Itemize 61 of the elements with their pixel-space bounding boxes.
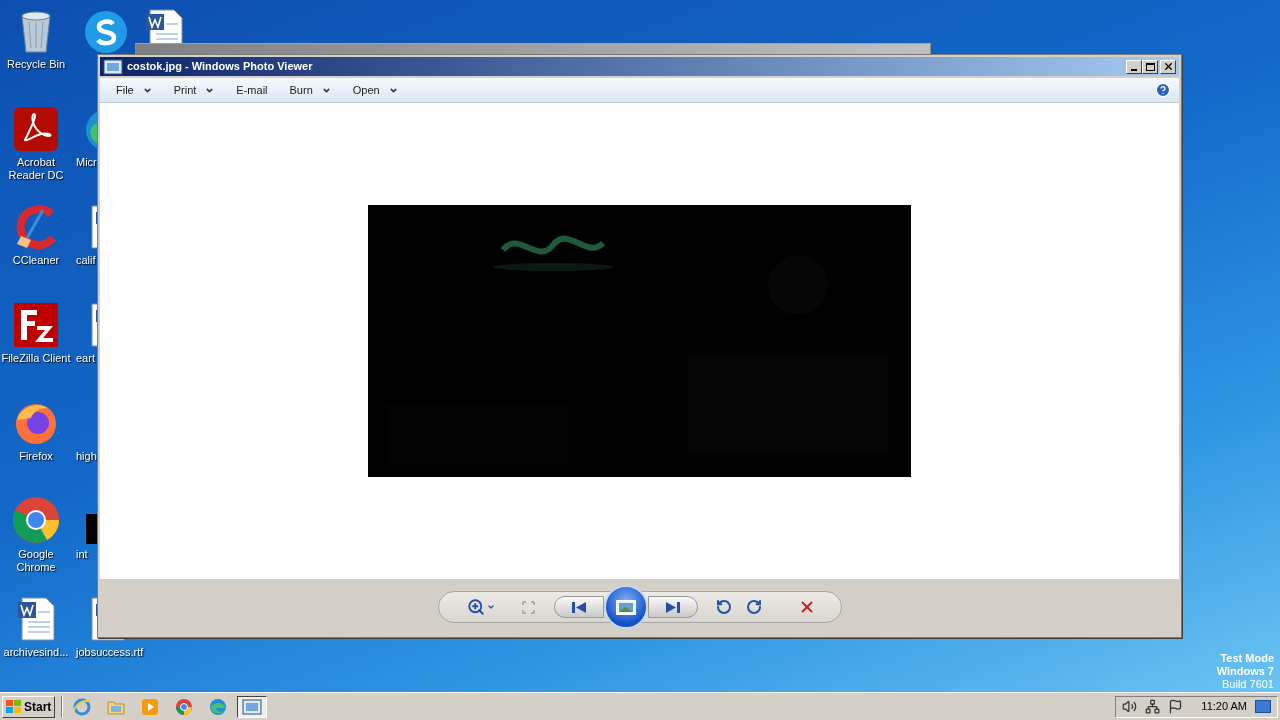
close-button[interactable] [1160, 59, 1176, 74]
word-document-icon [16, 596, 56, 642]
desktop-icon-label[interactable]: eart [76, 352, 95, 365]
photo-viewer-icon [242, 698, 263, 715]
menu-button[interactable]: Burn [289, 81, 331, 99]
acrobat-icon [13, 106, 59, 152]
menu-button[interactable]: E-mail [236, 81, 268, 99]
skype-icon [84, 10, 128, 54]
edge-icon [209, 697, 228, 716]
desktop-icon-label[interactable]: archivesind... [3, 646, 69, 659]
slideshow-button[interactable] [603, 585, 648, 629]
previous-icon [571, 601, 586, 613]
rotate-clockwise-icon [745, 599, 762, 615]
maximize-button[interactable] [1142, 59, 1158, 74]
rotate-counterclockwise-button[interactable] [715, 599, 732, 615]
close-icon [1162, 61, 1174, 72]
previous-button[interactable] [553, 596, 604, 618]
minimize-button[interactable] [1126, 59, 1142, 74]
media-player-icon [141, 697, 160, 716]
desktop-icon-label[interactable]: Firefox [19, 450, 53, 463]
maximize-icon [1145, 62, 1155, 71]
next-icon [665, 601, 680, 613]
menu-button[interactable]: Open [352, 81, 398, 99]
desktop-icon-label[interactable]: CCleaner [12, 254, 60, 267]
start-button[interactable]: Start [2, 695, 56, 718]
test-mode-text: Windows 7 [1216, 665, 1274, 678]
minimize-icon [1131, 68, 1137, 71]
actual-size-icon [520, 599, 536, 615]
desktop-icon-label[interactable]: FileZilla Client [1, 352, 71, 365]
desktop-icon-label[interactable]: high [76, 450, 97, 463]
test-mode-text: Test Mode [1220, 652, 1274, 665]
zoom-icon [466, 598, 485, 616]
slideshow-icon [615, 599, 636, 615]
menu-button[interactable]: File [116, 81, 152, 99]
menu-button[interactable]: Print [173, 81, 215, 99]
desktop-icon-label[interactable]: Google Chrome [0, 548, 72, 574]
desktop-icon-label[interactable]: int [76, 548, 88, 561]
desktop-icon-label[interactable]: jobsuccess.rtf [76, 646, 144, 659]
chrome-icon [12, 496, 60, 544]
desktop-icon-label[interactable]: Micr [76, 156, 97, 169]
help-icon[interactable] [1155, 82, 1171, 98]
desktop-icon-label[interactable]: Recycle Bin [6, 58, 66, 71]
photo-viewer-icon [103, 58, 123, 75]
next-button[interactable] [647, 596, 698, 618]
flag-icon[interactable] [1168, 699, 1184, 714]
clock[interactable]: 11:20 AM [1201, 698, 1247, 715]
rotate-counterclockwise-icon [715, 599, 732, 615]
window-title: costok.jpg - Windows Photo Viewer [127, 59, 313, 75]
windows-logo-icon [6, 699, 22, 714]
dropdown-caret-icon [486, 603, 495, 611]
internet-explorer-icon [73, 697, 92, 716]
filezilla-icon [13, 302, 59, 348]
speaker-icon[interactable] [1122, 699, 1138, 714]
zoom-button[interactable] [466, 598, 495, 616]
desktop-icon-label[interactable]: calif [76, 254, 96, 267]
network-icon[interactable] [1145, 699, 1161, 714]
desktop-icon-label[interactable]: Acrobat Reader DC [0, 156, 72, 182]
taskbar-button[interactable] [237, 695, 268, 718]
test-mode-text: Build 7601 [1222, 678, 1274, 691]
chrome-icon [175, 697, 194, 716]
rotate-clockwise-button[interactable] [745, 599, 762, 615]
